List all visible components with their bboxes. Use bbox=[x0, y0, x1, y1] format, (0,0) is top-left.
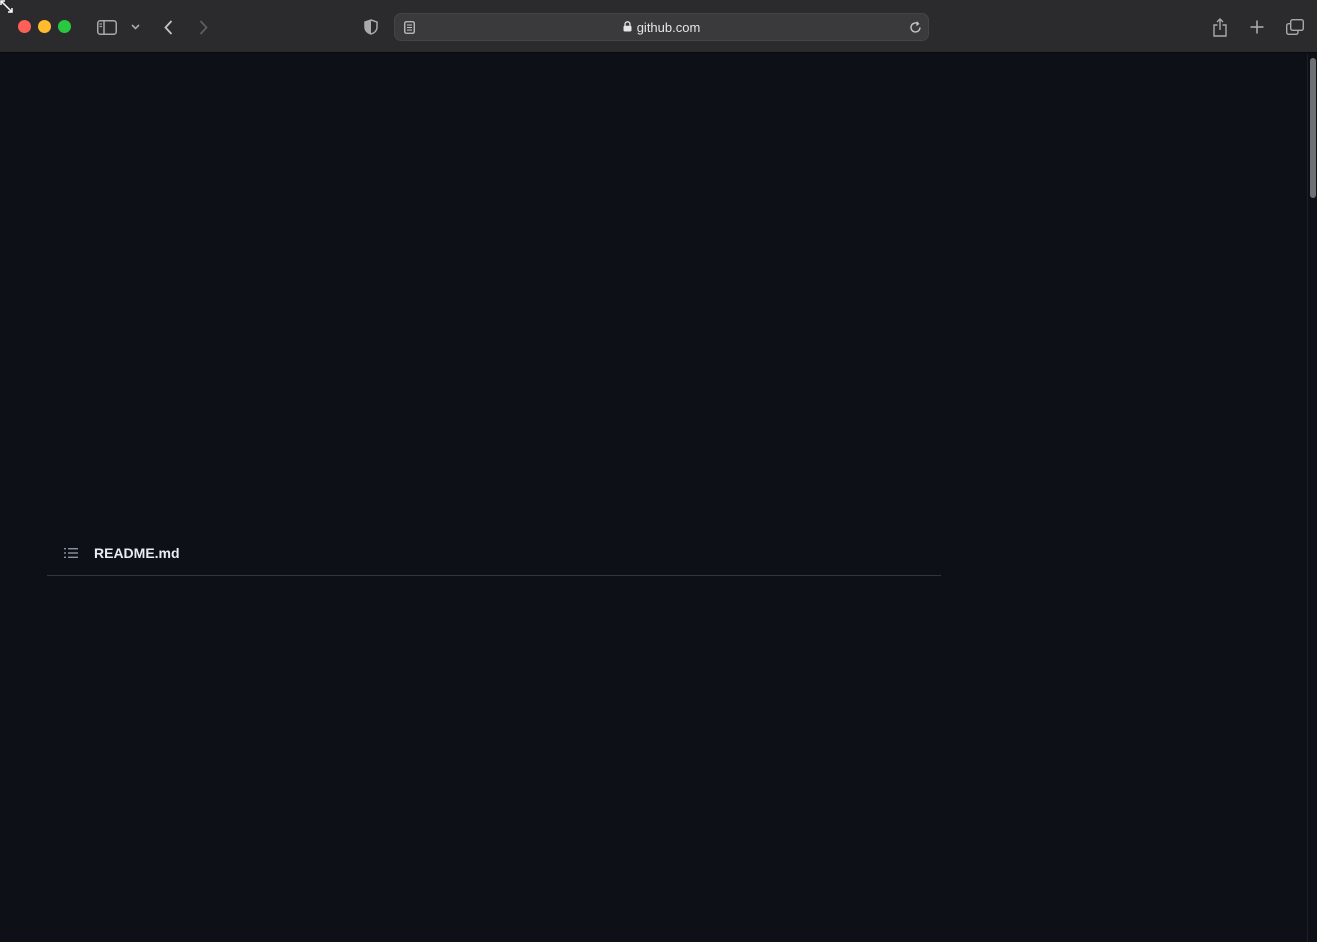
web-page-content: README.md bbox=[0, 54, 1307, 942]
address-bar[interactable]: github.com bbox=[394, 13, 929, 41]
readme-header: README.md bbox=[47, 534, 941, 576]
lock-icon bbox=[623, 20, 632, 35]
chevron-left-icon[interactable] bbox=[160, 15, 176, 39]
share-icon[interactable] bbox=[1211, 15, 1229, 39]
list-icon[interactable] bbox=[63, 545, 79, 561]
scrollbar-thumb[interactable] bbox=[1310, 58, 1316, 198]
shield-icon[interactable] bbox=[362, 15, 380, 39]
browser-window: github.com README.md bbox=[0, 0, 1317, 942]
sidebar-icon[interactable] bbox=[96, 15, 118, 39]
tabs-icon[interactable] bbox=[1285, 15, 1305, 39]
chevron-right-icon[interactable] bbox=[195, 15, 211, 39]
maximize-window-button[interactable] bbox=[58, 20, 71, 33]
readme-filename[interactable]: README.md bbox=[94, 545, 180, 561]
plus-icon[interactable] bbox=[1248, 15, 1266, 39]
reload-icon[interactable] bbox=[907, 17, 923, 37]
chevron-down-icon[interactable] bbox=[129, 15, 141, 39]
browser-toolbar: github.com bbox=[0, 0, 1317, 53]
url-display[interactable]: github.com bbox=[395, 14, 928, 40]
resize-cursor-icon bbox=[0, 0, 14, 14]
page-scrollbar[interactable] bbox=[1307, 54, 1317, 942]
url-host: github.com bbox=[636, 19, 701, 35]
minimize-window-button[interactable] bbox=[38, 20, 51, 33]
close-window-button[interactable] bbox=[18, 20, 31, 33]
